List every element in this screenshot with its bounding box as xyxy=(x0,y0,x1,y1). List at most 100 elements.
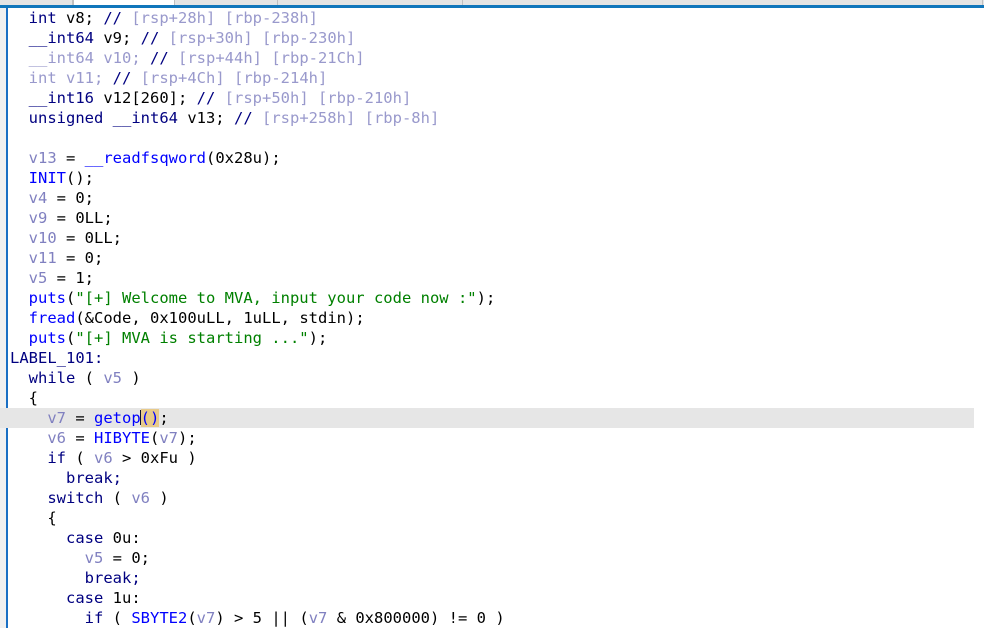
code-token[interactable]: // xyxy=(150,49,169,67)
code-token[interactable]: v7 xyxy=(47,409,66,427)
code-token[interactable]: { xyxy=(29,389,38,407)
code-token[interactable]: ( xyxy=(150,429,159,447)
code-token[interactable]: v10; xyxy=(94,49,150,67)
code-line[interactable]: puts("[+] Welcome to MVA, input your cod… xyxy=(0,288,984,308)
code-line[interactable]: v10 = 0LL; xyxy=(0,228,984,248)
code-token[interactable]: HIBYTE xyxy=(94,429,150,447)
code-token[interactable]: ) xyxy=(122,369,140,387)
code-token[interactable]: [rsp+50h] [rbp-210h] xyxy=(215,89,412,107)
code-token[interactable]: if xyxy=(47,449,66,467)
code-token[interactable]: v6 xyxy=(47,429,66,447)
code-token[interactable]: [rsp+4Ch] [rbp-214h] xyxy=(131,69,328,87)
code-line[interactable]: v4 = 0; xyxy=(0,188,984,208)
code-token[interactable]: __readfsqword xyxy=(85,149,206,167)
code-token[interactable]: ) xyxy=(150,489,168,507)
code-token[interactable]: puts xyxy=(29,289,66,307)
code-token[interactable]: INIT xyxy=(29,169,66,187)
code-token[interactable]: v11 xyxy=(29,249,57,267)
code-line[interactable]: v6 = HIBYTE(v7); xyxy=(0,428,984,448)
code-line[interactable]: __int16 v12[260]; // [rsp+50h] [rbp-210h… xyxy=(0,88,984,108)
code-line[interactable]: puts("[+] MVA is starting ..."); xyxy=(0,328,984,348)
code-token[interactable]: (0x28u); xyxy=(206,149,281,167)
code-token[interactable]: v6 xyxy=(131,489,150,507)
code-token[interactable]: v7 xyxy=(309,609,328,627)
code-line[interactable]: { xyxy=(0,388,984,408)
code-line[interactable]: __int64 v9; // [rsp+30h] [rbp-230h] xyxy=(0,28,984,48)
code-token[interactable]: ( xyxy=(103,489,131,507)
code-token[interactable]: getop xyxy=(94,409,141,427)
code-token[interactable]: ; xyxy=(159,409,168,427)
code-token[interactable]: ( xyxy=(187,609,196,627)
code-token[interactable]: stdin xyxy=(299,309,346,327)
code-token[interactable]: [rsp+258h] [rbp-8h] xyxy=(253,109,439,127)
code-line[interactable]: v5 = 0; xyxy=(0,548,984,568)
code-token[interactable]: ( xyxy=(66,449,94,467)
code-line[interactable]: LABEL_101: xyxy=(0,348,984,368)
code-token[interactable]: if xyxy=(85,609,104,627)
code-token[interactable]: // xyxy=(113,69,132,87)
code-token[interactable]: v12[260]; xyxy=(94,89,197,107)
code-token[interactable]: { xyxy=(47,509,56,527)
code-token[interactable]: v9 xyxy=(29,209,48,227)
code-token[interactable]: (); xyxy=(66,169,94,187)
code-token[interactable]: [rsp+28h] [rbp-238h] xyxy=(122,9,318,27)
code-line[interactable]: if ( SBYTE2(v7) > 5 || (v7 & 0x800000) !… xyxy=(0,608,984,628)
code-token[interactable]: ); xyxy=(477,289,496,307)
code-token[interactable]: [rsp+44h] [rbp-21Ch] xyxy=(169,49,365,67)
code-token[interactable]: // xyxy=(197,89,216,107)
code-token[interactable]: LABEL_101: xyxy=(10,349,103,367)
code-token[interactable]: = xyxy=(57,149,85,167)
code-line[interactable]: case 1u: xyxy=(0,588,984,608)
code-token[interactable]: = 0; xyxy=(103,549,150,567)
code-line[interactable]: while ( v5 ) xyxy=(0,368,984,388)
code-token[interactable]: [rsp+30h] [rbp-230h] xyxy=(159,29,356,47)
code-token[interactable]: v5 xyxy=(85,549,104,567)
code-token[interactable]: __int16 xyxy=(29,89,94,107)
code-token[interactable]: break; xyxy=(85,569,141,587)
code-token[interactable]: fread xyxy=(29,309,76,327)
code-token[interactable]: = 0LL; xyxy=(57,229,122,247)
pseudocode-view[interactable]: int v8; // [rsp+28h] [rbp-238h] __int64 … xyxy=(0,8,984,628)
code-token[interactable]: ( xyxy=(75,369,103,387)
code-line[interactable]: int v11; // [rsp+4Ch] [rbp-214h] xyxy=(0,68,984,88)
code-token[interactable]: break; xyxy=(66,469,122,487)
code-token[interactable]: v7 xyxy=(159,429,178,447)
code-token[interactable]: = 1; xyxy=(47,269,94,287)
code-token[interactable]: case xyxy=(66,529,103,547)
code-token[interactable]: // xyxy=(234,109,253,127)
code-token[interactable]: || xyxy=(271,609,290,627)
code-token[interactable]: ( xyxy=(66,329,75,347)
code-line[interactable] xyxy=(0,128,984,148)
code-token[interactable]: int xyxy=(29,9,57,27)
code-token[interactable]: switch xyxy=(47,489,103,507)
code-token[interactable]: ( xyxy=(290,609,308,627)
code-token[interactable]: v4 xyxy=(29,189,48,207)
code-token[interactable]: ); xyxy=(346,309,365,327)
code-line[interactable]: switch ( v6 ) xyxy=(0,488,984,508)
code-line[interactable]: __int64 v10; // [rsp+44h] [rbp-21Ch] xyxy=(0,48,984,68)
code-token[interactable]: // xyxy=(103,9,122,27)
code-token[interactable]: = 0LL; xyxy=(47,209,113,227)
code-token[interactable]: v6 xyxy=(94,449,113,467)
code-token[interactable]: __int64 xyxy=(29,29,94,47)
code-token[interactable]: = 0; xyxy=(57,249,103,267)
code-line[interactable]: int v8; // [rsp+28h] [rbp-238h] xyxy=(0,8,984,28)
code-token[interactable]: v11; xyxy=(57,69,113,87)
code-token[interactable]: __int64 xyxy=(29,49,94,67)
code-token[interactable]: & 0x800000) != 0 ) xyxy=(327,609,505,627)
code-token[interactable]: SBYTE2 xyxy=(131,609,187,627)
code-token[interactable]: ( xyxy=(66,289,75,307)
code-token[interactable]: ) > 5 xyxy=(215,609,271,627)
code-line[interactable]: v11 = 0; xyxy=(0,248,984,268)
code-token[interactable]: = xyxy=(66,409,94,427)
code-token[interactable]: v5 xyxy=(103,369,122,387)
code-line[interactable]: INIT(); xyxy=(0,168,984,188)
code-token[interactable]: "[+] MVA is starting ..." xyxy=(75,329,308,347)
code-token[interactable]: // xyxy=(141,29,160,47)
code-line[interactable]: if ( v6 > 0xFu ) xyxy=(0,448,984,468)
code-token[interactable]: 1u: xyxy=(103,589,141,607)
code-token[interactable]: > 0xFu ) xyxy=(113,449,197,467)
pseudocode-text[interactable]: int v8; // [rsp+28h] [rbp-238h] __int64 … xyxy=(0,8,984,628)
code-line[interactable]: unsigned __int64 v13; // [rsp+258h] [rbp… xyxy=(0,108,984,128)
code-token[interactable]: v13; xyxy=(178,109,234,127)
